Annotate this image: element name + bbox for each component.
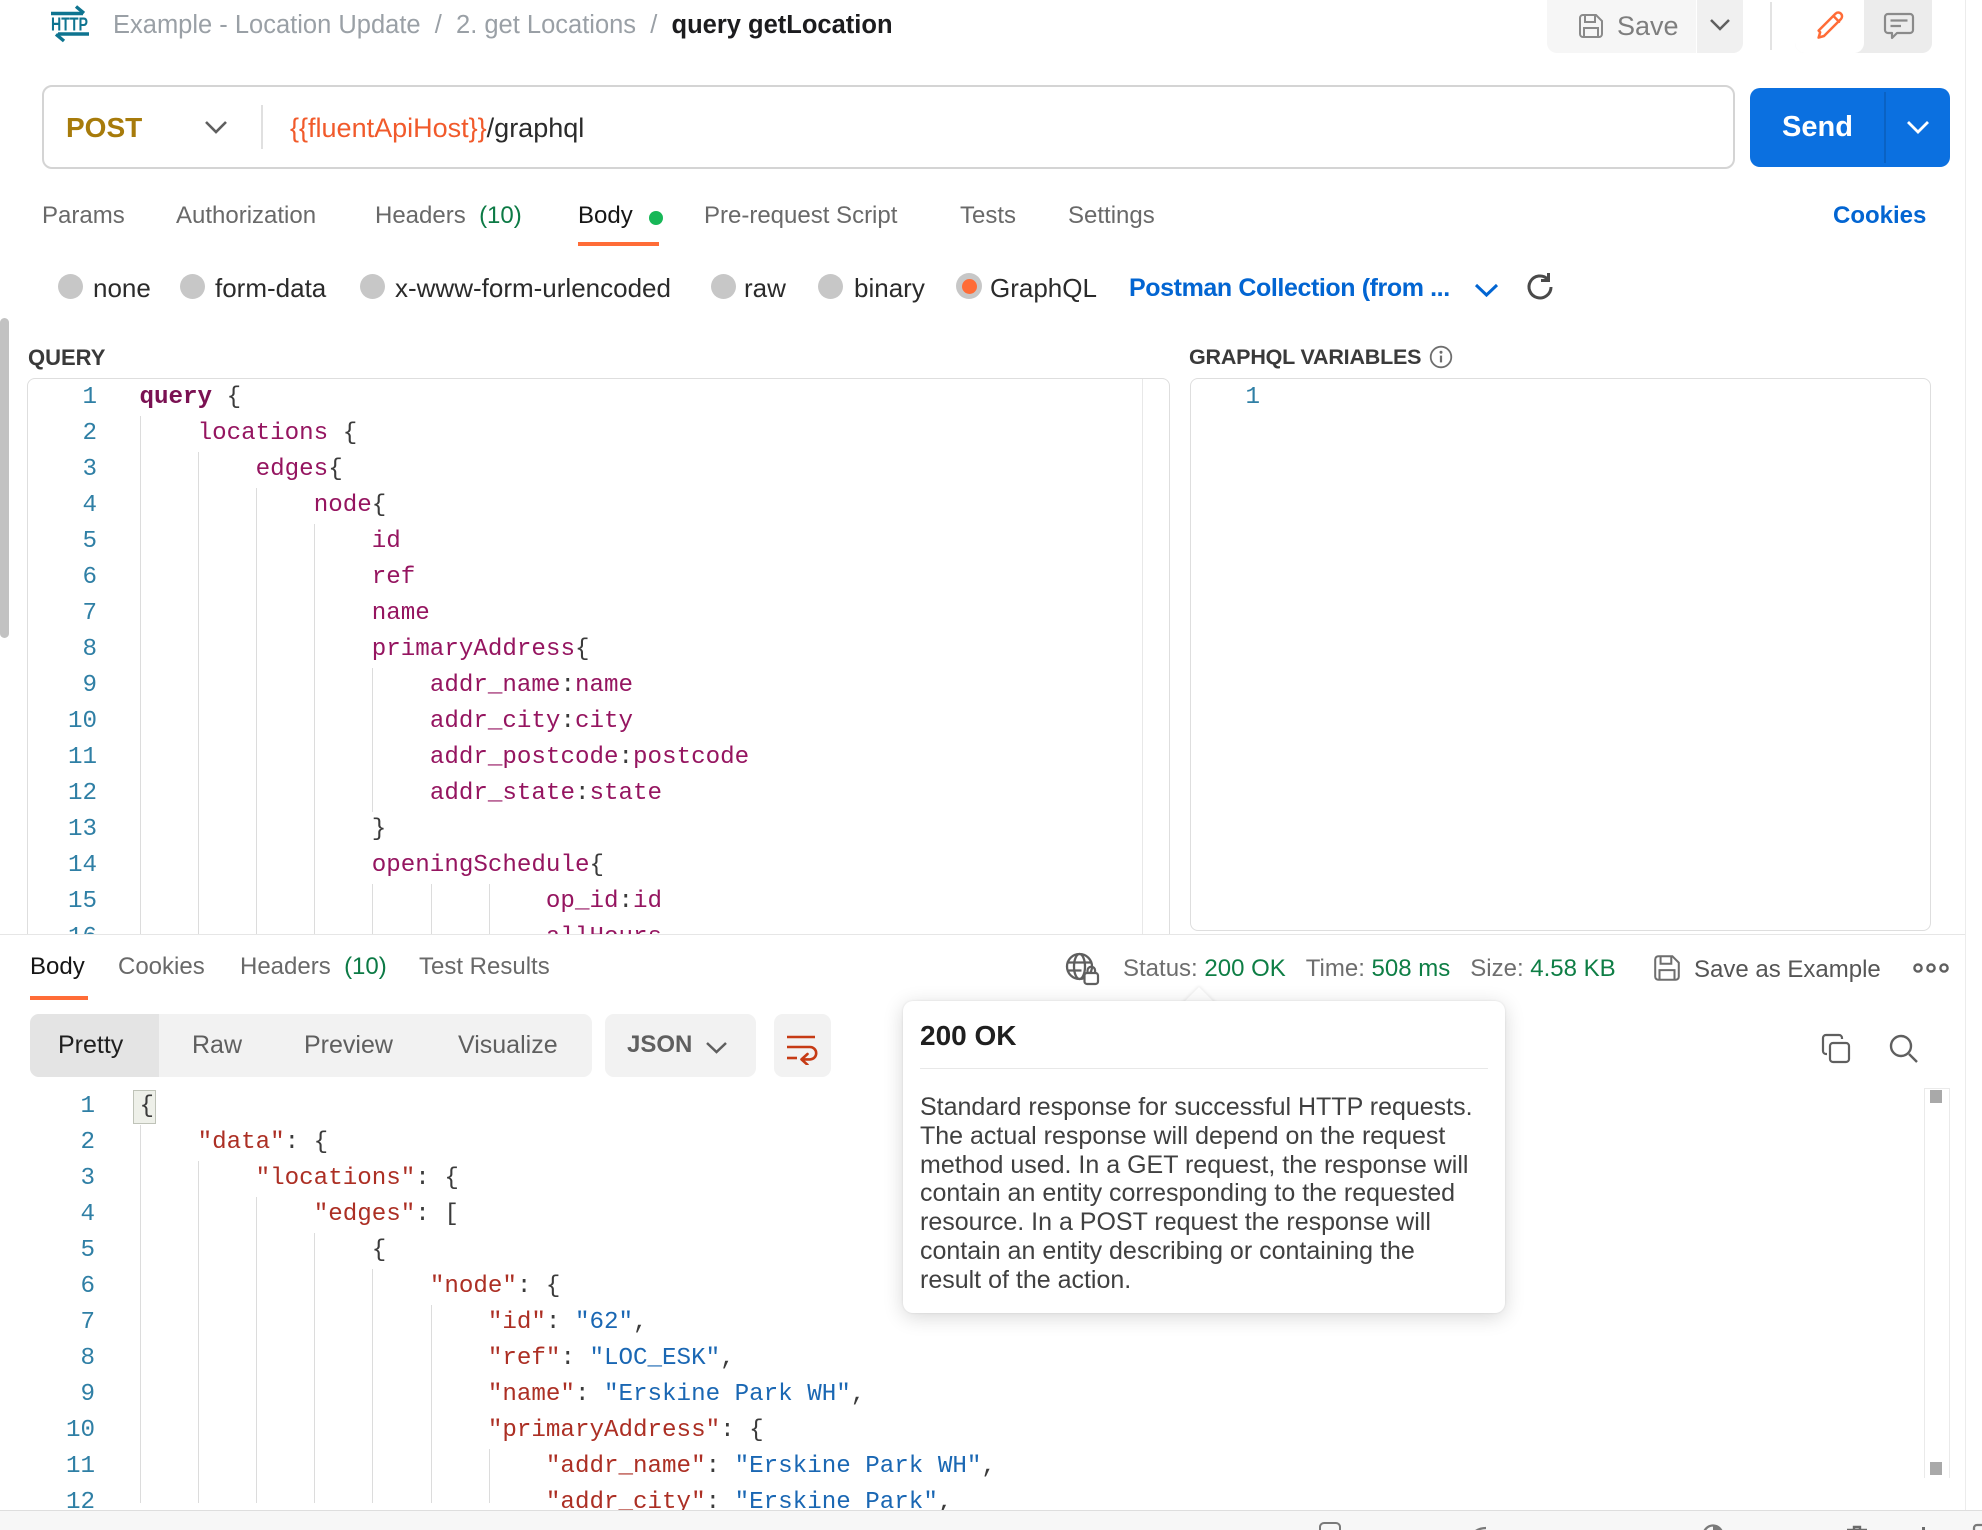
svg-text:HTTP: HTTP [51,14,88,35]
